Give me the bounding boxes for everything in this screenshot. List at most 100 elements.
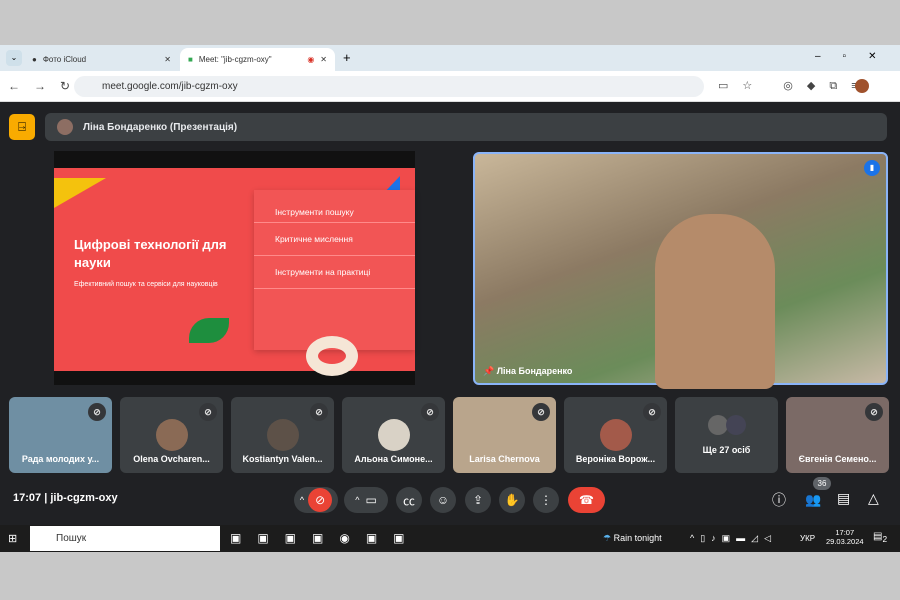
avatar xyxy=(708,415,728,435)
meet-icon: ■ xyxy=(188,55,193,64)
captions-icon: ㏄ xyxy=(402,493,415,508)
tab-bar: ⌄ ● Фото iCloud ✕ ■ Meet: "jib-cgzm-oxy" ◉ ✕ … xyxy=(0,45,900,71)
clock[interactable]: 17:07 29.03.2024 xyxy=(826,528,864,546)
meeting-code: jib-cgzm-oxy xyxy=(50,492,118,504)
speaker-figure xyxy=(655,214,775,389)
mic-off-icon: ⊘ xyxy=(532,403,550,421)
notifications-icon[interactable]: ▤2 xyxy=(873,531,887,544)
mic-off-icon: ⊘ xyxy=(88,403,106,421)
presentation: Цифрові технології для науки Ефективний … xyxy=(54,151,415,385)
door-icon[interactable]: ⍈ xyxy=(9,114,35,140)
avatar xyxy=(600,419,632,451)
leaf-shape xyxy=(189,318,229,343)
participant-tile[interactable]: Вероніка Ворож... ⊘ xyxy=(564,397,667,473)
nav-buttons[interactable]: ←→↻ xyxy=(8,79,84,93)
presenter-avatar xyxy=(57,119,73,135)
window-controls[interactable]: –▫✕ xyxy=(815,51,899,62)
avatar xyxy=(726,415,746,435)
presenter-title: Ліна Бондаренко (Презентація) xyxy=(83,121,238,133)
emoji-icon: ☺ xyxy=(436,493,450,507)
participant-tile[interactable]: Kostiantyn Valen... ⊘ xyxy=(231,397,334,473)
speaker-video[interactable]: ▮ 📌 Ліна Бондаренко xyxy=(473,152,888,389)
umbrella-icon: ☂ xyxy=(603,533,614,543)
activities-icon[interactable]: △ xyxy=(868,490,879,507)
presenter-bar: Ліна Бондаренко (Презентація) xyxy=(45,113,887,141)
taskbar-search[interactable]: Пошук xyxy=(30,526,220,551)
audio-level-icon: ▮ xyxy=(864,160,880,176)
participant-name: Євгенія Семено... xyxy=(798,454,877,464)
tab-icloud[interactable]: ● Фото iCloud ✕ xyxy=(24,48,179,71)
chat-icon[interactable]: ▤ xyxy=(837,490,850,507)
more-options-button[interactable]: ⋮ xyxy=(533,487,559,513)
weather-widget[interactable]: ☂ Rain tonight xyxy=(603,533,662,544)
raise-hand-button[interactable]: ✋ xyxy=(499,487,525,513)
slide-item: Інструменти на практиці xyxy=(254,256,415,289)
phone-hangup-icon: ☎ xyxy=(579,493,594,507)
notification-count: 2 xyxy=(882,534,888,544)
browser-toolbar-icons[interactable]: ▭☆ ◎◆⧉≡ xyxy=(718,79,872,93)
language-indicator[interactable]: УКР xyxy=(800,534,815,543)
windows-start-icon[interactable]: ⊞ xyxy=(8,532,17,545)
slide-item: Критичне мислення xyxy=(254,223,415,256)
tab-title: Meet: "jib-cgzm-oxy" xyxy=(198,55,272,64)
slide-title: Цифрові технології для науки xyxy=(74,237,227,270)
meeting-time: 17:07 xyxy=(13,492,42,504)
participant-name: Ще 27 осіб xyxy=(702,445,751,455)
people-icon[interactable]: 👥 xyxy=(805,492,821,508)
mic-off-icon: ⊘ xyxy=(199,403,217,421)
participant-name: Вероніка Ворож... xyxy=(575,454,656,464)
present-icon: ⇪ xyxy=(472,493,484,507)
participant-tile[interactable]: Рада молодих у... ⊘ xyxy=(9,397,112,473)
mic-off-icon: ⊘ xyxy=(643,403,661,421)
info-icon[interactable]: ⓘ xyxy=(772,490,786,510)
recording-icon: ◉ xyxy=(307,55,315,64)
new-tab-button[interactable]: + xyxy=(343,50,351,65)
clock-date: 29.03.2024 xyxy=(826,537,864,546)
taskbar-app-icons[interactable]: ▣▣▣▣◉▣▣ xyxy=(230,531,421,545)
participant-tile[interactable]: Альона Симоне... ⊘ xyxy=(342,397,445,473)
hand-icon: ✋ xyxy=(504,493,520,507)
meeting-info: 17:07 | jib-cgzm-oxy xyxy=(13,492,118,504)
url-input[interactable]: meet.google.com/jib-cgzm-oxy xyxy=(74,76,704,97)
mic-button[interactable]: ^ ⊘ xyxy=(294,487,338,513)
participant-name: Kostiantyn Valen... xyxy=(242,454,323,464)
avatar xyxy=(156,419,188,451)
close-icon[interactable]: ✕ xyxy=(320,55,327,64)
url-text: meet.google.com/jib-cgzm-oxy xyxy=(102,81,238,92)
mic-off-icon: ⊘ xyxy=(310,403,328,421)
participant-name: Olena Ovcharen... xyxy=(133,454,210,464)
ring-shape xyxy=(306,336,358,376)
profile-avatar[interactable] xyxy=(855,79,869,93)
apple-icon: ● xyxy=(32,55,37,64)
participant-name: Альона Симоне... xyxy=(354,454,433,464)
participant-tile[interactable]: Olena Ovcharen... ⊘ xyxy=(120,397,223,473)
captions-button[interactable]: ㏄ xyxy=(396,487,422,513)
system-tray-icons[interactable]: ^▯♪▣▬◿◁ xyxy=(690,533,777,544)
emoji-button[interactable]: ☺ xyxy=(430,487,456,513)
search-placeholder: Пошук xyxy=(56,533,87,544)
more-vert-icon: ⋮ xyxy=(540,493,552,507)
speaker-label: 📌 Ліна Бондаренко xyxy=(483,366,572,377)
slide-item: Інструменти пошуку xyxy=(254,190,415,223)
participant-tile[interactable]: Larisa Chernova ⊘ xyxy=(453,397,556,473)
participant-count-badge: 36 xyxy=(813,477,831,490)
avatar xyxy=(267,419,299,451)
avatar xyxy=(378,419,410,451)
tab-search-button[interactable]: ⌄ xyxy=(6,50,22,66)
tab-meet[interactable]: ■ Meet: "jib-cgzm-oxy" ◉ ✕ xyxy=(180,48,335,71)
close-icon[interactable]: ✕ xyxy=(164,55,171,64)
weather-text: Rain tonight xyxy=(613,533,662,543)
present-button[interactable]: ⇪ xyxy=(465,487,491,513)
more-participants-tile[interactable]: Ще 27 осіб xyxy=(675,397,778,473)
camera-icon: ▭ xyxy=(365,493,377,507)
clock-time: 17:07 xyxy=(835,528,855,537)
pin-icon[interactable]: 📌 xyxy=(483,366,497,376)
mic-off-icon: ⊘ xyxy=(865,403,883,421)
mic-off-icon: ⊘ xyxy=(421,403,439,421)
taskbar: ⊞ Пошук ▣▣▣▣◉▣▣ ☂ Rain tonight ^▯♪▣▬◿◁ У… xyxy=(0,525,900,552)
camera-button[interactable]: ^ ▭ xyxy=(344,487,388,513)
triangle-shape xyxy=(54,178,106,208)
end-call-button[interactable]: ☎ xyxy=(568,487,605,513)
participant-tile[interactable]: Євгенія Семено... ⊘ xyxy=(786,397,889,473)
slide-subtitle: Ефективний пошук та сервіси для науковці… xyxy=(74,281,218,288)
